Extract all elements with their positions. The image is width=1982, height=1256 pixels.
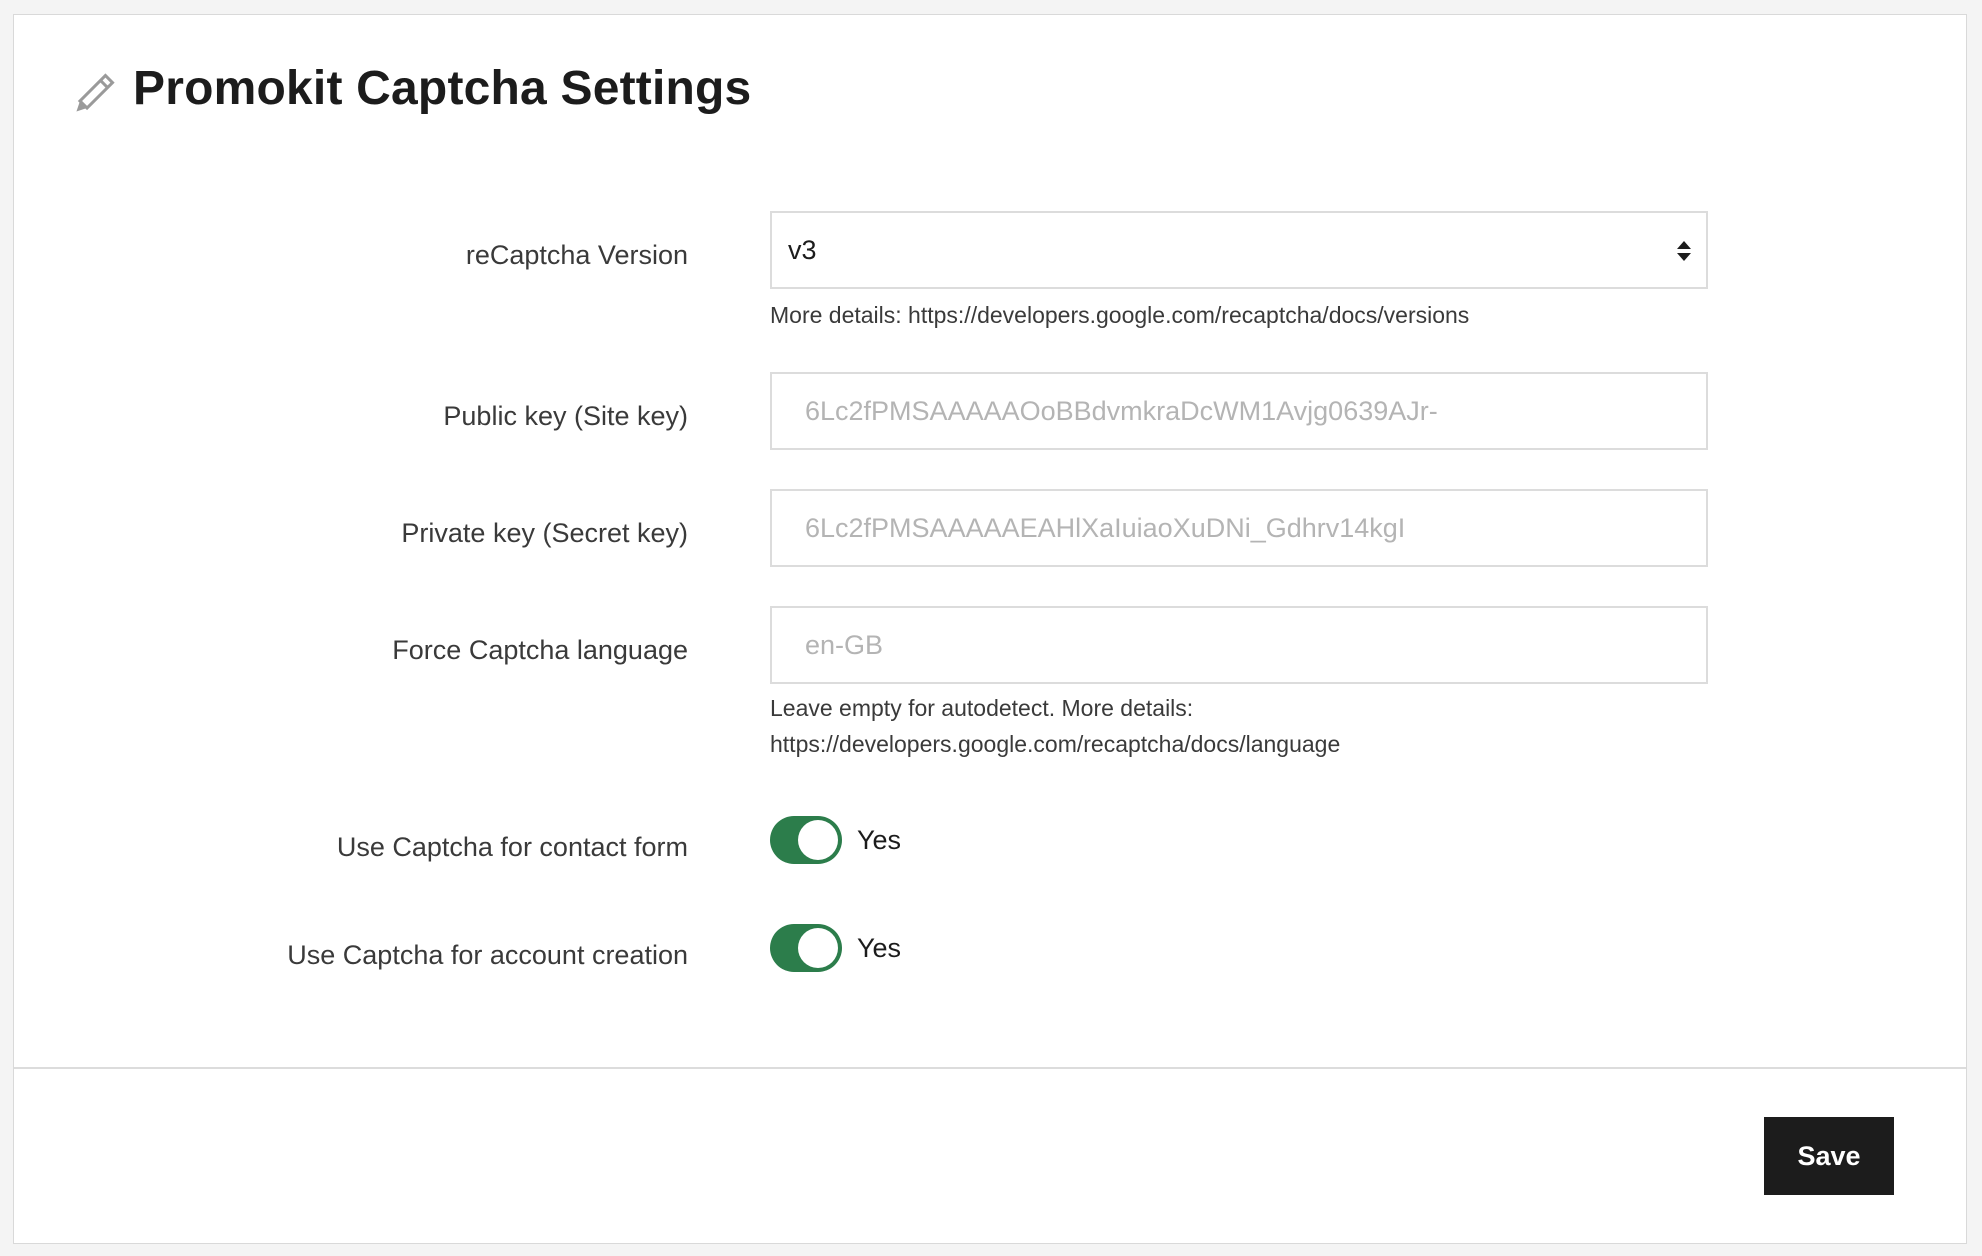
save-button[interactable]: Save [1764, 1117, 1894, 1195]
force-language-help-line2: https://developers.google.com/recaptcha/… [770, 731, 1341, 757]
toggle-knob [798, 820, 838, 860]
pencil-icon [76, 73, 115, 112]
contact-form-captcha-label: Use Captcha for contact form [336, 832, 688, 862]
footer-divider [14, 1067, 1966, 1069]
force-language-label: Force Captcha language [392, 635, 688, 665]
contact-form-captcha-toggle[interactable] [770, 816, 842, 864]
page-title: Promokit Captcha Settings [133, 62, 752, 115]
account-creation-captcha-toggle[interactable] [770, 924, 842, 972]
private-key-label: Private key (Secret key) [401, 518, 688, 548]
force-language-input[interactable]: en-GB [770, 606, 1708, 684]
public-key-input[interactable]: 6Lc2fPMSAAAAAOoBBdvmkraDcWM1Avjg0639AJr- [770, 372, 1708, 450]
force-language-placeholder: en-GB [805, 630, 884, 660]
private-key-input[interactable]: 6Lc2fPMSAAAAAEAHlXaIuiaoXuDNi_Gdhrv14kgI [770, 489, 1708, 567]
panel-header: Promokit Captcha Settings [14, 15, 1966, 165]
toggle-knob [798, 928, 838, 968]
public-key-label: Public key (Site key) [443, 401, 688, 431]
contact-form-captcha-state: Yes [857, 825, 902, 855]
public-key-placeholder: 6Lc2fPMSAAAAAOoBBdvmkraDcWM1Avjg0639AJr- [805, 396, 1438, 426]
recaptcha-version-select[interactable]: v3 [770, 211, 1708, 289]
settings-panel: Promokit Captcha Settings reCaptcha Vers… [13, 14, 1967, 1244]
account-creation-captcha-state: Yes [857, 933, 902, 963]
force-language-help-line1: Leave empty for autodetect. More details… [770, 695, 1194, 721]
account-creation-captcha-label: Use Captcha for account creation [287, 940, 688, 970]
recaptcha-version-label: reCaptcha Version [465, 240, 688, 270]
sort-arrows-icon [1677, 241, 1691, 261]
private-key-placeholder: 6Lc2fPMSAAAAAEAHlXaIuiaoXuDNi_Gdhrv14kgI [805, 513, 1406, 543]
recaptcha-version-help: More details: https://developers.google.… [770, 302, 1470, 328]
recaptcha-version-value: v3 [788, 235, 817, 265]
